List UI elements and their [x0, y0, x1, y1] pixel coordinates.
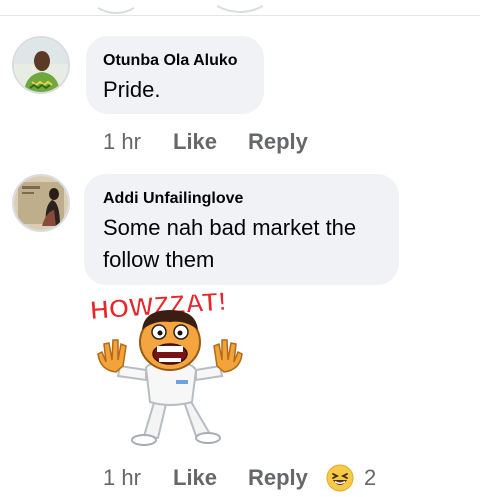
reply-button[interactable]: Reply: [248, 465, 308, 491]
reaction-count: 2: [364, 465, 377, 490]
comment-author[interactable]: Otunba Ola Aluko: [103, 52, 238, 70]
comment-bubble[interactable]: Otunba Ola Aluko Pride.: [86, 36, 264, 114]
profile-photo: [14, 176, 68, 230]
avatar[interactable]: [12, 174, 70, 232]
like-button[interactable]: Like: [173, 129, 217, 155]
comment-text: Pride.: [103, 77, 161, 102]
comment-bubble[interactable]: Addi Unfailinglove Some nah bad market t…: [84, 174, 399, 285]
howzzat-sticker[interactable]: HOWZZAT!: [86, 286, 256, 456]
previous-comment-edge: [97, 7, 135, 14]
comment-timestamp[interactable]: 1 hr: [103, 129, 141, 155]
comment-text: Some nah bad market the follow them: [103, 215, 357, 272]
avatar[interactable]: [12, 36, 70, 94]
comment-timestamp[interactable]: 1 hr: [103, 465, 141, 491]
reply-button[interactable]: Reply: [248, 129, 308, 155]
comment-author[interactable]: Addi Unfailinglove: [103, 190, 243, 208]
reaction-summary[interactable]: 2: [326, 464, 376, 492]
profile-photo: [14, 38, 68, 92]
divider: [0, 15, 480, 16]
laughing-emoji-icon: [326, 464, 354, 492]
previous-reaction-edge: [216, 5, 264, 13]
like-button[interactable]: Like: [173, 465, 217, 491]
